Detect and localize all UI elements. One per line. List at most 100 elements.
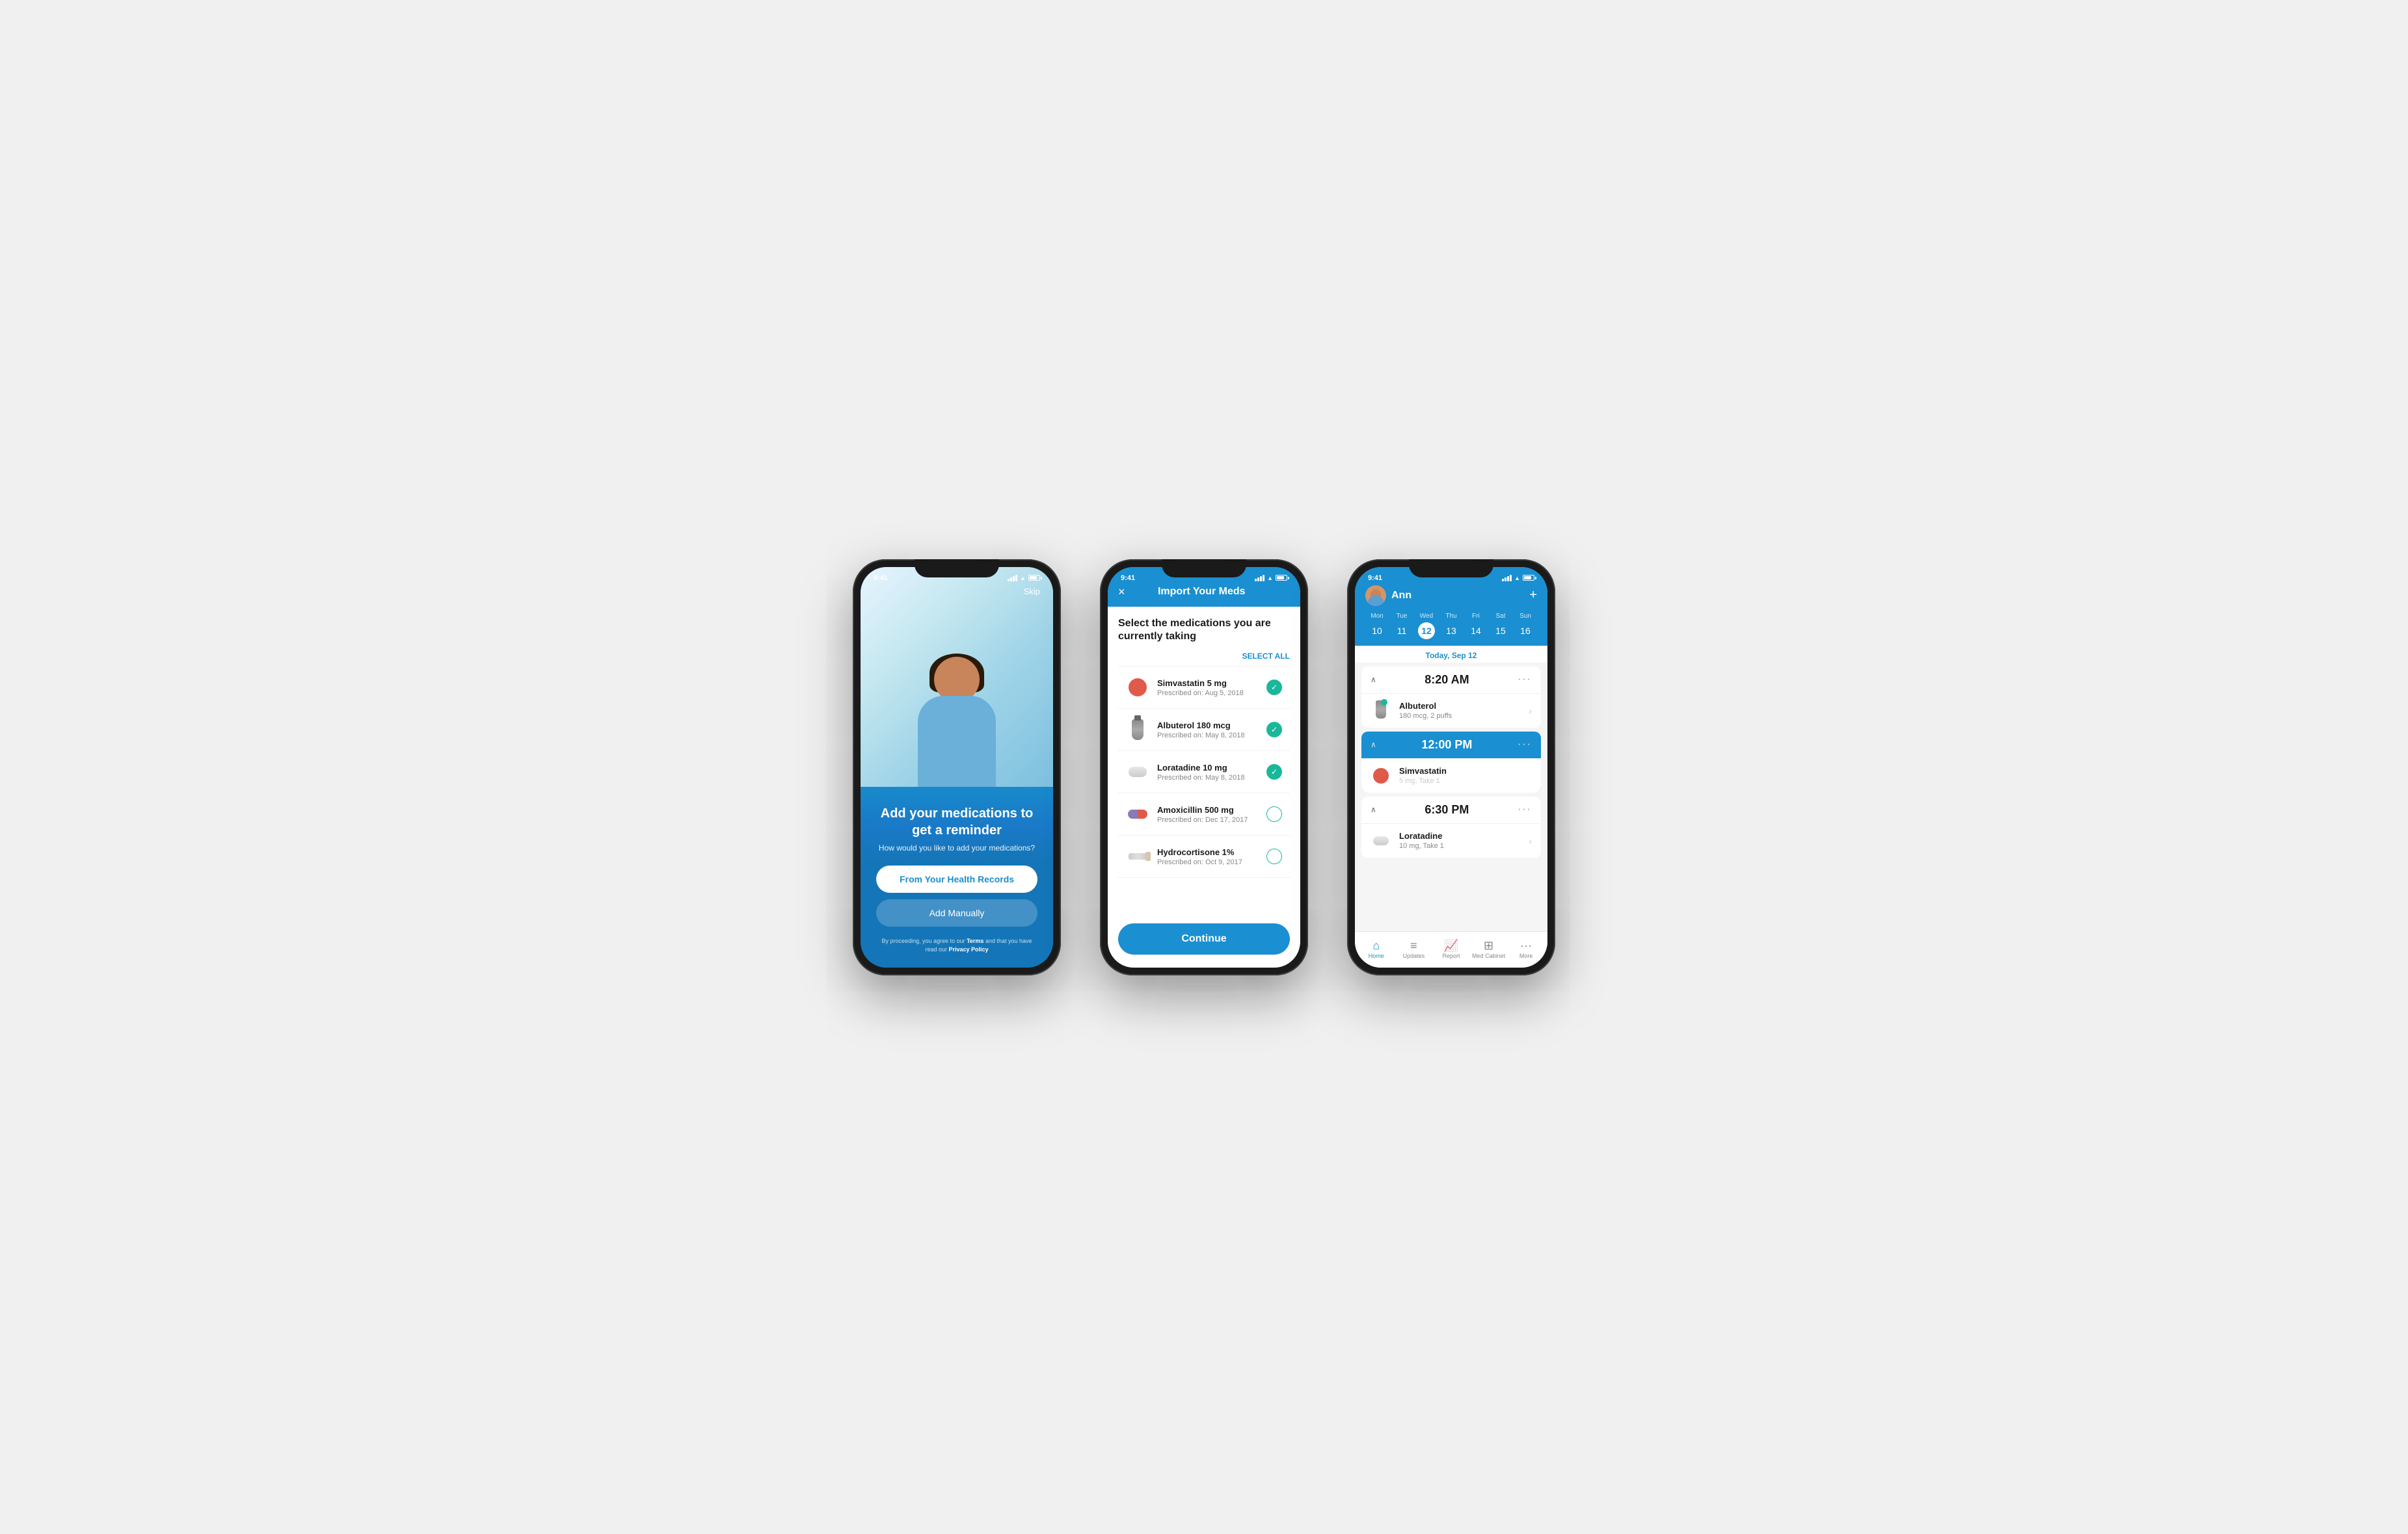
- select-all-row: SELECT ALL: [1118, 652, 1290, 661]
- nav-updates[interactable]: ≡ Updates: [1395, 940, 1433, 959]
- sched-icon-albuterol: [1371, 700, 1391, 721]
- signal-icon-2: [1255, 575, 1264, 581]
- chevron-up-1200[interactable]: ∧: [1371, 740, 1376, 749]
- cal-label-fri: Fri: [1464, 613, 1488, 620]
- sched-icon-loratadine: [1371, 830, 1391, 851]
- chevron-up-630[interactable]: ∧: [1371, 805, 1376, 814]
- sched-dose-simvastatin: 5 mg, Take 1: [1399, 777, 1529, 785]
- med-info-hydrocortisone: Hydrocortisone 1% Prescribed on: Oct 9, …: [1157, 847, 1266, 866]
- cal-date-11[interactable]: 11: [1393, 622, 1410, 639]
- phones-container: 9:41 ▲: [853, 559, 1555, 975]
- check-albuterol[interactable]: ✓: [1266, 722, 1282, 737]
- battery-icon: [1028, 575, 1040, 581]
- cal-label-tue: Tue: [1390, 613, 1413, 620]
- updates-icon: ≡: [1410, 940, 1417, 951]
- med-prescribed-amoxicillin: Prescribed on: Dec 17, 2017: [1157, 816, 1266, 824]
- cal-date-12-today[interactable]: 12: [1418, 622, 1435, 639]
- sched-oval-icon: [1373, 836, 1389, 845]
- med-list: Simvastatin 5 mg Prescribed on: Aug 5, 2…: [1118, 666, 1290, 878]
- time-label-1200: 12:00 PM: [1376, 738, 1518, 752]
- terms-link[interactable]: Terms: [967, 938, 983, 944]
- phone-3-status-icons: ▲: [1502, 575, 1534, 581]
- add-manually-button[interactable]: Add Manually: [876, 899, 1037, 927]
- cal-date-15[interactable]: 15: [1492, 622, 1509, 639]
- chevron-up-820[interactable]: ∧: [1371, 675, 1376, 684]
- nav-report-label: Report: [1442, 953, 1460, 959]
- phone-2-status-icons: ▲: [1255, 575, 1287, 581]
- med-icon-hydrocortisone: [1126, 845, 1149, 868]
- continue-button[interactable]: Continue: [1118, 923, 1290, 955]
- check-loratadine[interactable]: ✓: [1266, 764, 1282, 780]
- phone-3-screen: 9:41 ▲: [1355, 567, 1547, 968]
- cal-date-13[interactable]: 13: [1443, 622, 1460, 639]
- med-name-loratadine: Loratadine 10 mg: [1157, 763, 1266, 773]
- med-item-amoxicillin[interactable]: Amoxicillin 500 mg Prescribed on: Dec 17…: [1118, 793, 1290, 835]
- sched-item-albuterol[interactable]: Albuterol 180 mcg, 2 puffs ›: [1361, 693, 1541, 728]
- check-amoxicillin[interactable]: [1266, 806, 1282, 822]
- phone-3-inner: 9:41 ▲: [1355, 567, 1547, 968]
- user-name: Ann: [1391, 590, 1411, 602]
- phone-2-time: 9:41: [1121, 574, 1135, 582]
- select-all-button[interactable]: SELECT ALL: [1242, 652, 1290, 661]
- sched-inhaler-icon: [1376, 700, 1386, 719]
- med-item-loratadine[interactable]: Loratadine 10 mg Prescribed on: May 8, 2…: [1118, 750, 1290, 793]
- nav-home[interactable]: ⌂ Home: [1358, 940, 1395, 959]
- health-records-button[interactable]: From Your Health Records: [876, 866, 1037, 893]
- cal-label-sat: Sat: [1489, 613, 1512, 620]
- cal-date-14[interactable]: 14: [1467, 622, 1484, 639]
- phone-1-subtitle: How would you like to add your medicatio…: [876, 843, 1037, 854]
- sched-item-loratadine[interactable]: Loratadine 10 mg, Take 1 ›: [1361, 823, 1541, 858]
- med-icon-loratadine: [1126, 760, 1149, 784]
- cal-label-mon: Mon: [1365, 613, 1389, 620]
- phone-2-screen: 9:41 ▲: [1108, 567, 1300, 968]
- nav-more-label: More: [1519, 953, 1533, 959]
- med-item-simvastatin[interactable]: Simvastatin 5 mg Prescribed on: Aug 5, 2…: [1118, 666, 1290, 708]
- sched-red-pill-icon: [1373, 768, 1389, 784]
- cal-date-10[interactable]: 10: [1369, 622, 1385, 639]
- signal-icon: [1008, 575, 1017, 581]
- signal-icon-3: [1502, 575, 1512, 581]
- med-name-albuterol: Albuterol 180 mcg: [1157, 721, 1266, 730]
- med-info-simvastatin: Simvastatin 5 mg Prescribed on: Aug 5, 2…: [1157, 678, 1266, 697]
- phone-2-notch: [1162, 559, 1246, 577]
- user-info: Ann: [1365, 585, 1411, 606]
- more-options-1200[interactable]: ···: [1518, 739, 1532, 750]
- sched-info-albuterol: Albuterol 180 mcg, 2 puffs: [1399, 701, 1529, 720]
- nav-med-cabinet[interactable]: ⊞ Med Cabinet: [1470, 940, 1508, 959]
- check-hydrocortisone[interactable]: [1266, 849, 1282, 864]
- inhaler-icon: [1132, 719, 1144, 740]
- med-item-albuterol[interactable]: Albuterol 180 mcg Prescribed on: May 8, …: [1118, 708, 1290, 750]
- med-item-hydrocortisone[interactable]: Hydrocortisone 1% Prescribed on: Oct 9, …: [1118, 835, 1290, 878]
- med-info-loratadine: Loratadine 10 mg Prescribed on: May 8, 2…: [1157, 763, 1266, 782]
- nav-updates-label: Updates: [1403, 953, 1425, 959]
- chevron-right-loratadine: ›: [1529, 836, 1532, 846]
- calendar: Mon Tue Wed Thu Fri Sat Sun 10 11 12: [1365, 613, 1537, 639]
- sched-info-simvastatin: Simvastatin 5 mg, Take 1: [1399, 766, 1529, 785]
- bottom-nav: ⌂ Home ≡ Updates 📈 Report ⊞ Med Cabinet: [1355, 931, 1547, 968]
- battery-icon-3: [1523, 575, 1534, 581]
- add-button[interactable]: +: [1529, 588, 1537, 603]
- sched-item-simvastatin[interactable]: Simvastatin 5 mg, Take 1 ›: [1361, 758, 1541, 793]
- time-label-630: 6:30 PM: [1376, 803, 1518, 817]
- skip-button[interactable]: Skip: [1024, 587, 1040, 596]
- time-block-1200: ∧ 12:00 PM ··· Simvastatin 5 mg, Take 1: [1361, 732, 1541, 793]
- phone-2-inner: 9:41 ▲: [1108, 567, 1300, 968]
- more-options-630[interactable]: ···: [1518, 804, 1532, 815]
- nav-more[interactable]: ··· More: [1507, 940, 1545, 959]
- battery-icon-2: [1276, 575, 1287, 581]
- phone-3-header-top: Ann +: [1365, 585, 1537, 606]
- phone-1-screen: 9:41 ▲: [861, 567, 1053, 968]
- nav-med-cabinet-label: Med Cabinet: [1472, 953, 1505, 959]
- sched-dose-loratadine: 10 mg, Take 1: [1399, 842, 1529, 850]
- cal-date-16[interactable]: 16: [1517, 622, 1534, 639]
- close-button[interactable]: ×: [1118, 585, 1125, 599]
- phone-1-content: Add your medications to get a reminder H…: [861, 792, 1053, 968]
- more-options-820[interactable]: ···: [1518, 674, 1532, 685]
- today-label: Today, Sep 12: [1355, 646, 1547, 663]
- check-simvastatin[interactable]: ✓: [1266, 680, 1282, 695]
- calendar-dates: 10 11 12 13 14 15 16: [1365, 622, 1537, 639]
- privacy-link[interactable]: Privacy Policy: [948, 946, 988, 953]
- wifi-icon-2: ▲: [1267, 575, 1273, 581]
- report-icon: 📈: [1444, 940, 1458, 951]
- nav-report[interactable]: 📈 Report: [1432, 940, 1470, 959]
